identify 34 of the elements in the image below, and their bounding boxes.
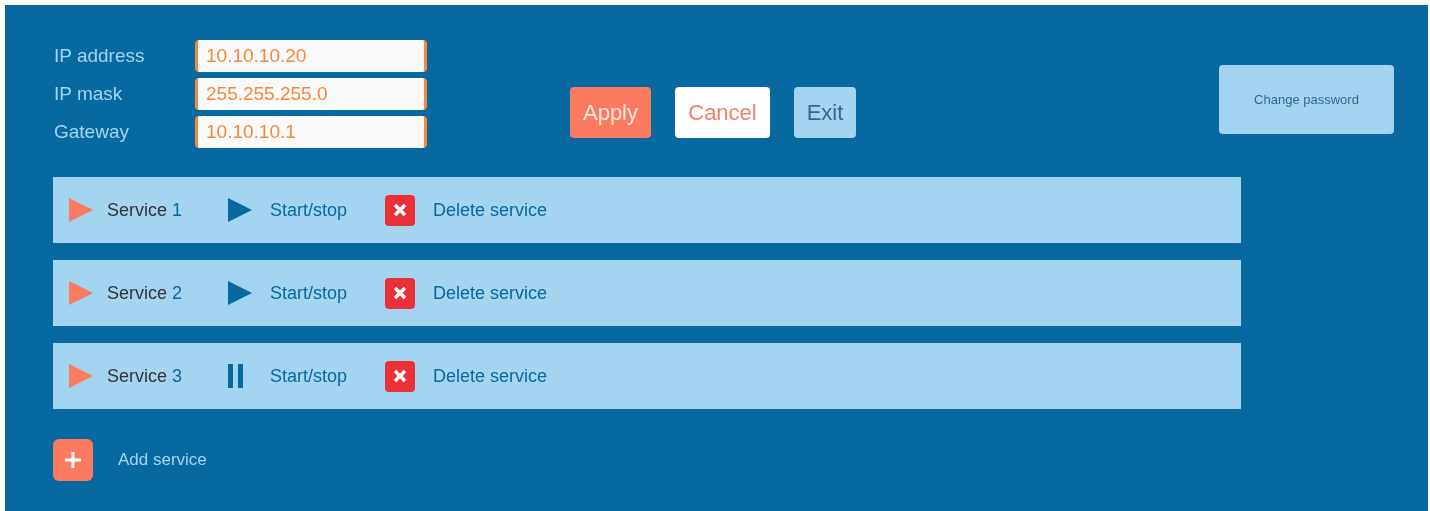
service-name: Service <box>107 281 168 305</box>
pause-icon[interactable] <box>228 364 244 388</box>
start-stop-link[interactable]: Start/stop <box>270 362 348 390</box>
change-password-button[interactable]: Change password <box>1219 65 1394 134</box>
delete-button[interactable] <box>385 194 416 226</box>
service-number: 1 <box>172 198 183 222</box>
service-name: Service <box>107 198 168 222</box>
field-label: IP mask <box>54 81 124 106</box>
start-stop-link[interactable]: Start/stop <box>270 279 348 307</box>
add-service-link[interactable]: Add service <box>118 447 207 473</box>
close-icon <box>393 286 408 300</box>
delete-button[interactable] <box>385 360 416 392</box>
play-icon[interactable] <box>228 198 252 222</box>
delete-service-link[interactable]: Delete service <box>433 279 548 307</box>
delete-button[interactable] <box>385 277 416 309</box>
exit-button[interactable]: Exit <box>794 87 856 138</box>
field-label: Gateway <box>54 119 130 144</box>
cancel-button[interactable]: Cancel <box>675 87 770 138</box>
input-field[interactable]: 10.10.10.1 <box>195 116 427 148</box>
play-icon[interactable] <box>228 281 252 305</box>
service-number: 3 <box>172 364 183 388</box>
apply-button[interactable]: Apply <box>570 87 651 138</box>
delete-service-link[interactable]: Delete service <box>433 362 548 390</box>
delete-service-link[interactable]: Delete service <box>433 196 548 224</box>
close-icon <box>393 369 408 383</box>
service-name: Service <box>107 364 168 388</box>
field-label: IP address <box>54 43 146 68</box>
input-field[interactable]: 10.10.10.20 <box>195 40 427 72</box>
start-stop-link[interactable]: Start/stop <box>270 196 348 224</box>
plus-icon <box>63 450 83 470</box>
add-button[interactable] <box>53 439 93 481</box>
close-icon <box>393 203 408 217</box>
input-field[interactable]: 255.255.255.0 <box>195 78 427 110</box>
service-number: 2 <box>172 281 183 305</box>
